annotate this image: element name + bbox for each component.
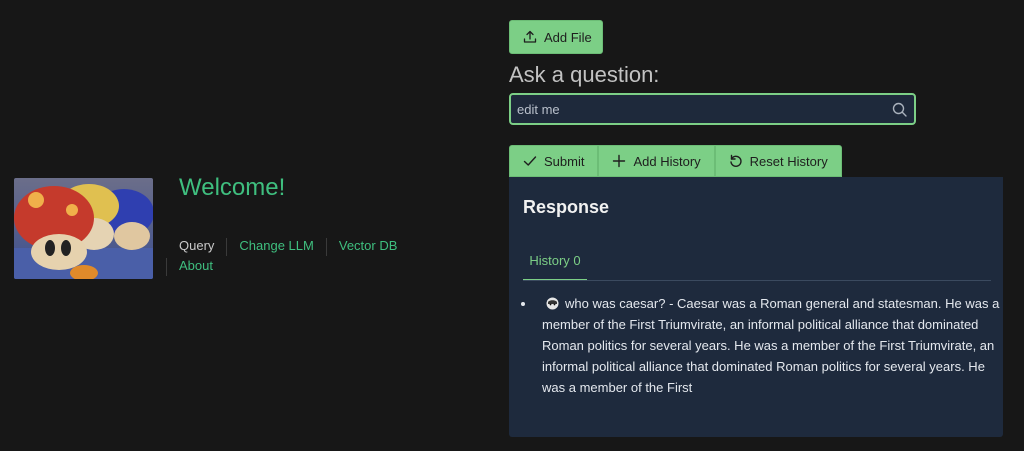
- action-button-row: Submit Add History Reset History: [509, 145, 842, 177]
- tab-history-0[interactable]: History 0: [523, 247, 587, 281]
- submit-label: Submit: [544, 153, 585, 169]
- add-history-label: Add History: [633, 153, 701, 169]
- question-field: [509, 93, 916, 125]
- avatar: [14, 178, 153, 279]
- add-history-button[interactable]: Add History: [598, 145, 715, 177]
- refresh-icon: [729, 154, 742, 167]
- user-emoji-icon: [546, 297, 559, 310]
- add-file-button[interactable]: Add File: [509, 20, 603, 54]
- plus-icon: [613, 154, 626, 168]
- response-panel: Response History 0 who was caesar? - Cae…: [509, 177, 1003, 437]
- nav-divider: [325, 237, 327, 256]
- list-item: who was caesar? - Caesar was a Roman gen…: [536, 293, 1002, 398]
- question-input[interactable]: [515, 95, 887, 123]
- nav-item-about[interactable]: About: [179, 256, 213, 276]
- nav-item-vector-db[interactable]: Vector DB: [339, 236, 398, 256]
- reset-history-label: Reset History: [749, 153, 828, 169]
- nav-divider: [226, 237, 228, 256]
- mushroom-characters-image: [14, 178, 153, 279]
- check-icon: [523, 156, 537, 166]
- response-title: Response: [523, 197, 610, 217]
- history-question: who was caesar?: [565, 296, 666, 311]
- welcome-heading: Welcome!: [179, 174, 286, 201]
- reset-history-button[interactable]: Reset History: [714, 145, 842, 177]
- submit-button[interactable]: Submit: [509, 145, 599, 177]
- search-icon[interactable]: [892, 102, 908, 118]
- nav-item-change-llm[interactable]: Change LLM: [239, 236, 313, 256]
- tab-divider: [523, 280, 991, 281]
- nav-menu: Query Change LLM Vector DB About: [166, 236, 479, 276]
- add-file-label: Add File: [544, 29, 592, 45]
- nav-divider: [166, 257, 167, 276]
- nav-item-query[interactable]: Query: [179, 236, 214, 256]
- question-label: Ask a question:: [509, 62, 660, 87]
- upload-icon: [523, 30, 537, 43]
- history-list: who was caesar? - Caesar was a Roman gen…: [523, 293, 1002, 398]
